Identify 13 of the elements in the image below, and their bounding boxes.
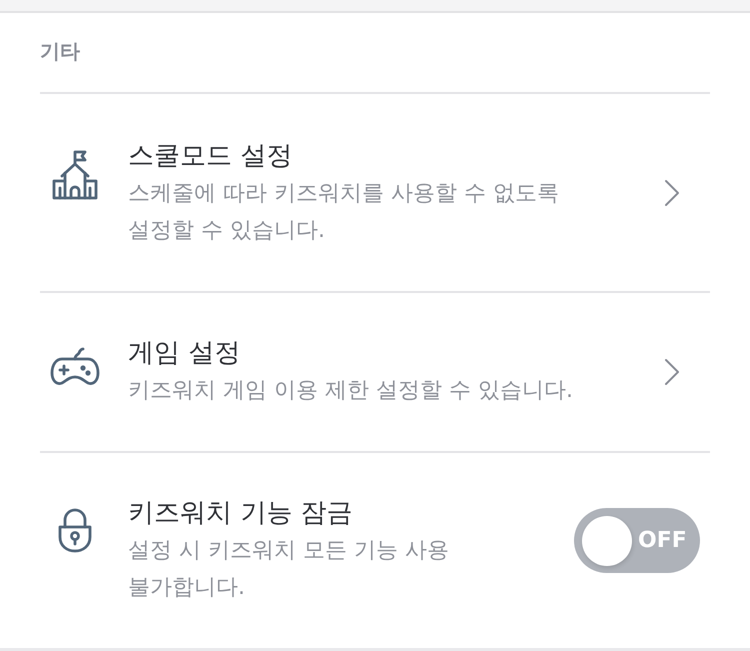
section-title: 기타 — [40, 38, 81, 65]
setting-description: 키즈워치 게임 이용 제한 설정할 수 있습니다. — [128, 377, 574, 405]
toggle-knob — [582, 516, 632, 566]
gamepad-icon — [50, 347, 100, 387]
setting-description: 스케줄에 따라 키즈워치를 사용할 수 없도록 설정할 수 있습니다. — [128, 180, 560, 245]
school-icon — [51, 150, 99, 200]
chevron-right-icon — [664, 358, 680, 386]
chevron-right-icon — [664, 179, 680, 207]
toggle-switch[interactable]: OFF — [574, 508, 700, 573]
setting-title: 게임 설정 — [128, 337, 242, 370]
setting-description: 설정 시 키즈워치 모든 기능 사용 불가합니다. — [128, 537, 450, 602]
setting-title: 키즈워치 기능 잠금 — [128, 497, 354, 530]
setting-title: 스쿨모드 설정 — [128, 140, 294, 173]
